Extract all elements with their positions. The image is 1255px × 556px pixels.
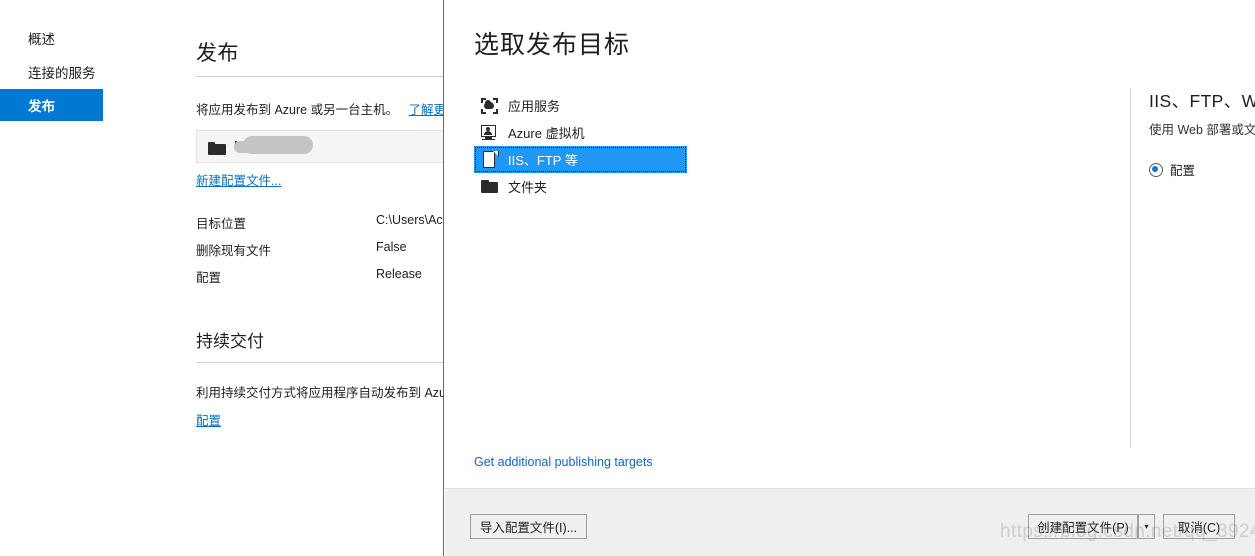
property-value-delete-existing: False	[376, 240, 407, 254]
target-item-folder[interactable]: 文件夹	[474, 173, 687, 200]
continuous-delivery-description: 利用持续交付方式将应用程序自动发布到 Azu	[196, 386, 447, 400]
target-item-iis-ftp[interactable]: IIS、FTP 等	[474, 146, 687, 173]
sidebar-item-publish[interactable]: 发布	[0, 89, 103, 121]
sidebar-item-connected-services-label: 连接的服务	[28, 66, 96, 81]
create-profile-dropdown-button[interactable]: ▾	[1138, 514, 1155, 539]
publish-target-list: 应用服务 Azure 虚拟机 IIS、FTP 等 文件夹	[474, 92, 687, 200]
publish-content: 发布 将应用发布到 Azure 或另一台主机。 了解更多 Mic 新建配置文件.…	[196, 0, 459, 556]
target-item-folder-label: 文件夹	[508, 180, 548, 195]
get-additional-publishing-targets-link[interactable]: Get additional publishing targets	[474, 455, 653, 469]
new-profile-link[interactable]: 新建配置文件...	[196, 170, 281, 189]
dialog-title: 选取发布目标	[474, 31, 631, 59]
project-properties-nav: 概述 连接的服务 发布	[0, 0, 103, 556]
property-key-delete-existing: 删除现有文件	[196, 244, 272, 258]
sidebar-item-overview-label: 概述	[28, 32, 55, 47]
sidebar-item-overview[interactable]: 概述	[0, 23, 103, 53]
import-profile-button[interactable]: 导入配置文件(I)...	[470, 514, 587, 539]
detail-option-configure-label: 配置	[1170, 164, 1196, 178]
publish-description-text: 将应用发布到 Azure 或另一台主机。	[196, 103, 399, 117]
target-item-azure-vm[interactable]: Azure 虚拟机	[474, 119, 687, 146]
target-item-app-service-label: 应用服务	[508, 99, 561, 114]
sidebar-item-publish-label: 发布	[28, 99, 55, 114]
title-divider	[196, 76, 444, 77]
redaction-mask-secondary	[234, 141, 274, 153]
folder-icon	[480, 178, 500, 196]
sidebar-item-connected-services[interactable]: 连接的服务	[0, 57, 103, 87]
radio-configure[interactable]	[1149, 162, 1163, 177]
screen-root: 概述 连接的服务 发布 发布 将应用发布到 Azure 或另一台主机。 了解更多…	[0, 0, 1255, 556]
folder-icon	[208, 142, 226, 155]
cancel-button[interactable]: 取消(C)	[1163, 514, 1235, 539]
property-key-target-location: 目标位置	[196, 217, 247, 231]
azure-vm-icon	[480, 124, 500, 142]
dialog-command-bar: 导入配置文件(I)... 创建配置文件(P) ▾ 取消(C)	[445, 488, 1255, 556]
create-profile-button[interactable]: 创建配置文件(P)	[1028, 514, 1138, 539]
property-value-configuration: Release	[376, 267, 422, 281]
publish-description: 将应用发布到 Azure 或另一台主机。 了解更多	[196, 99, 459, 118]
app-service-icon	[480, 97, 500, 115]
pick-publish-target-dialog: 选取发布目标 应用服务 Azure 虚拟机 IIS、FTP 等 文件夹 IIS、…	[443, 0, 1255, 556]
target-item-azure-vm-label: Azure 虚拟机	[508, 126, 585, 141]
target-detail-panel: IIS、FTP、Web 部署 使用 Web 部署或文件传输发布应用 配置	[1149, 88, 1255, 179]
continuous-delivery-divider	[196, 362, 444, 363]
file-icon	[480, 150, 500, 169]
property-value-target-location: C:\Users\Ac	[376, 213, 443, 227]
target-item-app-service[interactable]: 应用服务	[474, 92, 687, 119]
continuous-delivery-configure-link[interactable]: 配置	[196, 410, 221, 429]
continuous-delivery-title: 持续交付	[196, 332, 264, 351]
property-key-configuration: 配置	[196, 271, 222, 285]
page-title: 发布	[196, 42, 239, 65]
target-item-iis-ftp-label: IIS、FTP 等	[508, 153, 578, 168]
dialog-column-divider	[1130, 88, 1131, 448]
detail-option-configure[interactable]: 配置	[1149, 160, 1255, 179]
detail-title: IIS、FTP、Web 部署	[1149, 91, 1255, 111]
detail-description: 使用 Web 部署或文件传输发布应用	[1149, 123, 1255, 137]
